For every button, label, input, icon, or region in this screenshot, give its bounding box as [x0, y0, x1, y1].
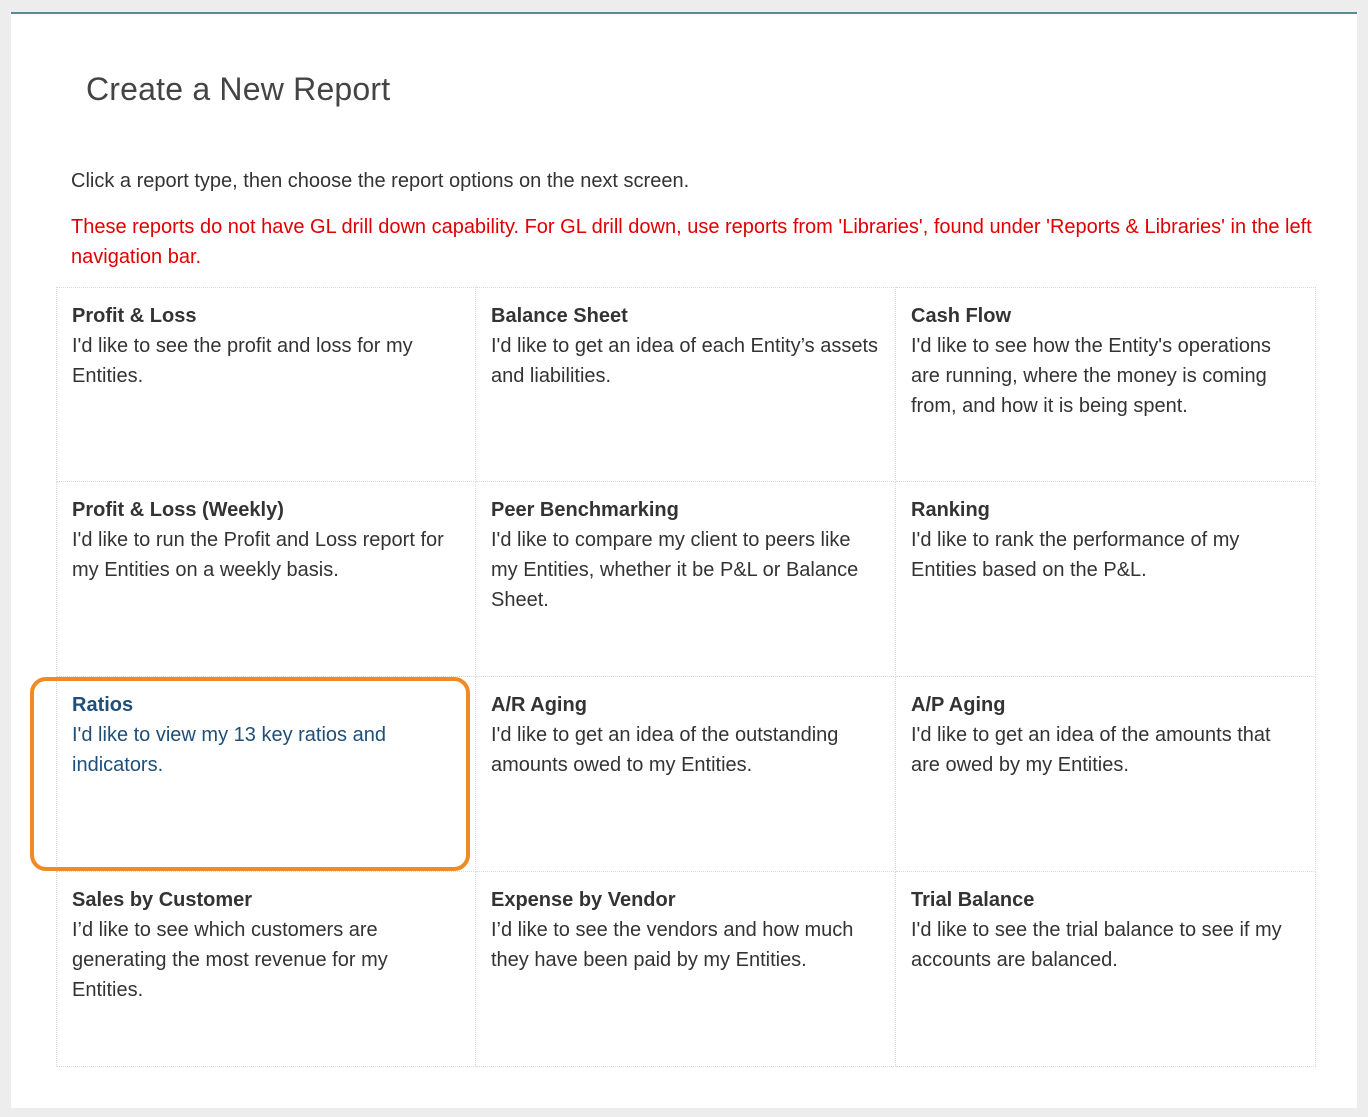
report-card-description: I'd like to get an idea of the amounts t…: [911, 724, 1271, 776]
report-card-title: Ratios: [72, 694, 134, 716]
report-card-ranking[interactable]: Ranking I'd like to rank the performance…: [896, 482, 1316, 677]
report-card-trial-balance[interactable]: Trial Balance I'd like to see the trial …: [896, 872, 1316, 1067]
report-card-description: I’d like to see which customers are gene…: [72, 919, 388, 1001]
report-card-peer-benchmarking[interactable]: Peer Benchmarking I'd like to compare my…: [476, 482, 896, 677]
report-card-ar-aging[interactable]: A/R Aging I'd like to get an idea of the…: [476, 677, 896, 872]
report-card-description: I'd like to rank the performance of my E…: [911, 529, 1240, 581]
drill-down-warning: These reports do not have GL drill down …: [71, 216, 1312, 268]
report-card-title: Peer Benchmarking: [491, 499, 679, 521]
report-card-description: I’d like to see the vendors and how much…: [491, 919, 854, 971]
report-card-description: I'd like to see how the Entity's operati…: [911, 335, 1272, 417]
report-card-sales-by-customer[interactable]: Sales by Customer I’d like to see which …: [56, 872, 476, 1067]
report-card-title: Profit & Loss (Weekly): [72, 499, 284, 521]
main-panel: Create a New Report Click a report type,…: [11, 12, 1357, 1108]
report-card-description: I'd like to run the Profit and Loss repo…: [72, 529, 444, 581]
report-card-title: Sales by Customer: [72, 889, 253, 911]
report-card-description: I'd like to get an idea of the outstandi…: [491, 724, 839, 776]
report-card-ratios[interactable]: Ratios I'd like to view my 13 key ratios…: [56, 677, 476, 872]
report-card-profit-loss-weekly[interactable]: Profit & Loss (Weekly) I'd like to run t…: [56, 482, 476, 677]
report-card-title: A/P Aging: [911, 694, 1006, 716]
report-card-description: I'd like to get an idea of each Entity’s…: [491, 335, 879, 387]
report-card-description: I'd like to see the trial balance to see…: [911, 919, 1282, 971]
report-card-title: Balance Sheet: [491, 305, 628, 327]
report-card-ap-aging[interactable]: A/P Aging I'd like to get an idea of the…: [896, 677, 1316, 872]
report-card-description: I'd like to see the profit and loss for …: [72, 335, 413, 387]
report-type-grid: Profit & Loss I'd like to see the profit…: [56, 287, 1316, 1067]
report-card-title: Trial Balance: [911, 889, 1035, 911]
intro-text: Click a report type, then choose the rep…: [71, 170, 690, 192]
report-card-title: Ranking: [911, 499, 990, 521]
report-card-description: I'd like to view my 13 key ratios and in…: [72, 724, 386, 776]
report-card-balance-sheet[interactable]: Balance Sheet I'd like to get an idea of…: [476, 287, 896, 482]
report-card-profit-loss[interactable]: Profit & Loss I'd like to see the profit…: [56, 287, 476, 482]
report-card-expense-by-vendor[interactable]: Expense by Vendor I’d like to see the ve…: [476, 872, 896, 1067]
report-card-title: A/R Aging: [491, 694, 587, 716]
report-card-cash-flow[interactable]: Cash Flow I'd like to see how the Entity…: [896, 287, 1316, 482]
report-card-title: Cash Flow: [911, 305, 1012, 327]
report-card-title: Profit & Loss: [72, 305, 197, 327]
page-title: Create a New Report: [86, 71, 391, 107]
report-card-description: I'd like to compare my client to peers l…: [491, 529, 859, 611]
report-card-title: Expense by Vendor: [491, 889, 676, 911]
